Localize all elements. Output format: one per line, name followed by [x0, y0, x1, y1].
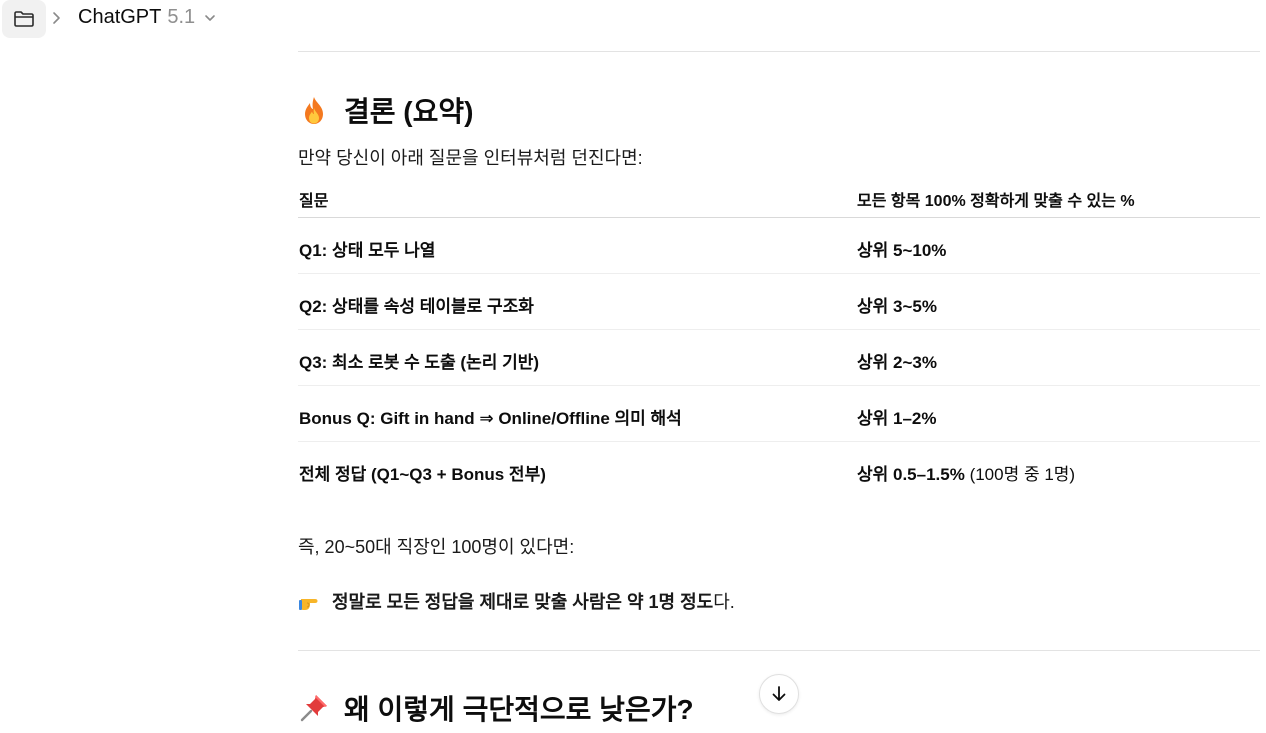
cell-percent: 상위 5~10% [857, 241, 947, 260]
cell-question: Q1: 상태 모두 나열 [299, 241, 436, 260]
conclusion-bold: 정말로 모든 정답을 제대로 맞출 사람은 약 1명 정도 [332, 592, 714, 612]
cell-question: Q3: 최소 로봇 수 도출 (논리 기반) [299, 353, 540, 372]
heading-text: 왜 이렇게 극단적으로 낮은가? [344, 694, 694, 725]
results-table: 질문 모든 항목 100% 정확하게 맞출 수 있는 % Q1: 상태 모두 나… [298, 178, 1260, 497]
conclusion-line: 정말로 모든 정답을 제대로 맞출 사람은 약 1명 정도다. [298, 588, 735, 614]
heading-text: 결론 (요약) [344, 96, 474, 127]
chevron-right-icon [53, 12, 60, 24]
table-row: Q3: 최소 로봇 수 도출 (논리 기반) 상위 2~3% [298, 330, 1260, 386]
arrow-down-icon [772, 686, 786, 701]
folder-button[interactable] [2, 0, 46, 38]
fire-icon [305, 97, 323, 124]
cell-percent: 상위 1–2% [857, 409, 937, 428]
cell-percent: 상위 2~3% [857, 353, 937, 372]
column-header-percent: 모든 항목 100% 정확하게 맞출 수 있는 % [857, 193, 1135, 210]
divider [298, 51, 1260, 52]
table-row: Q1: 상태 모두 나열 상위 5~10% [298, 218, 1260, 274]
model-version: 5.1 [167, 6, 196, 28]
intro-text: 만약 당신이 아래 질문을 인터뷰처럼 던진다면: [298, 148, 643, 168]
summary-text: 즉, 20~50대 직장인 100명이 있다면: [298, 537, 575, 557]
table-row: Bonus Q: Gift in hand ⇒ Online/Offline 의… [298, 386, 1260, 442]
conclusion-rest: 다. [713, 592, 735, 612]
folder-icon [14, 11, 34, 27]
section-heading-conclusion: 결론 (요약) [298, 90, 473, 130]
app-title: ChatGPT [78, 6, 162, 28]
chevron-down-icon [205, 14, 215, 21]
section-heading-why: 왜 이렇게 극단적으로 낮은가? [298, 688, 694, 728]
cell-question: Q2: 상태를 속성 테이블로 구조화 [299, 297, 534, 316]
table-row: 전체 정답 (Q1~Q3 + Bonus 전부) 상위 0.5–1.5% (10… [298, 442, 1260, 497]
top-bar: ChatGPT 5.1 [0, 0, 1266, 40]
column-header-question: 질문 [299, 193, 329, 210]
table-row: Q2: 상태를 속성 테이블로 구조화 상위 3~5% [298, 274, 1260, 330]
divider [298, 650, 1260, 651]
scroll-down-button[interactable] [759, 674, 799, 714]
cell-question: 전체 정답 (Q1~Q3 + Bonus 전부) [299, 465, 546, 484]
pointing-hand-icon [299, 599, 318, 610]
model-selector[interactable]: ChatGPT 5.1 [78, 6, 217, 29]
pushpin-icon [300, 695, 327, 722]
cell-percent: 상위 3~5% [857, 297, 937, 316]
table-header: 질문 모든 항목 100% 정확하게 맞출 수 있는 % [298, 178, 1260, 218]
cell-question: Bonus Q: Gift in hand ⇒ Online/Offline 의… [299, 409, 682, 428]
cell-percent: 상위 0.5–1.5% (100명 중 1명) [857, 465, 1076, 484]
